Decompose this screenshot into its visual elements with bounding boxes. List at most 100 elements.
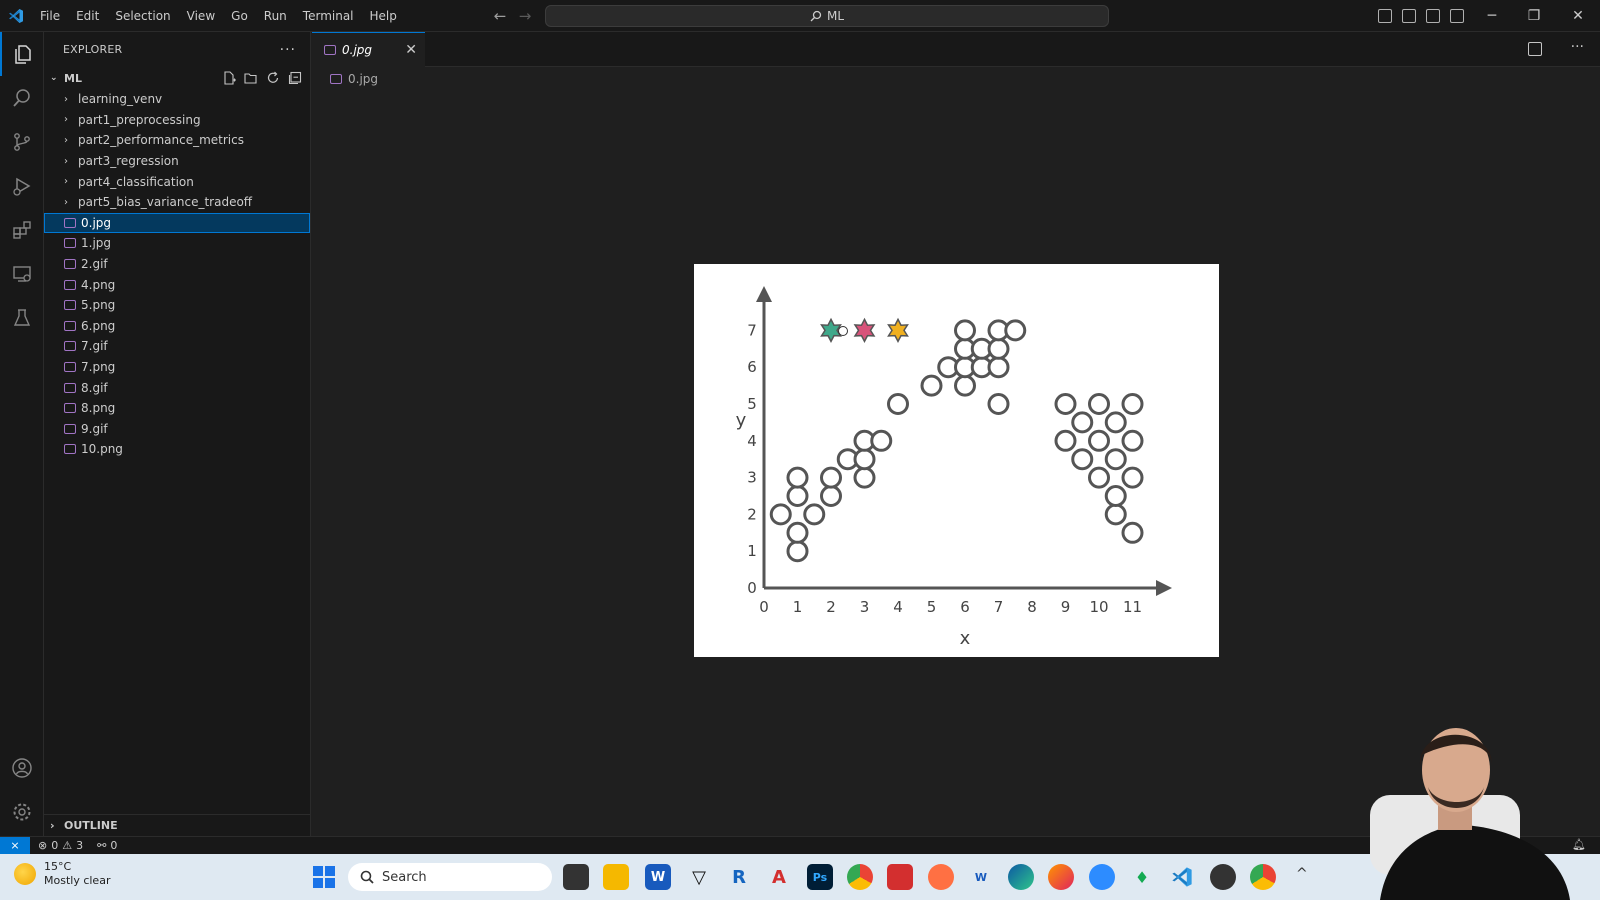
remote-explorer-icon[interactable]	[0, 252, 44, 296]
tree-file[interactable]: 10.png	[44, 439, 310, 460]
tree-folder[interactable]: › part3_regression	[44, 151, 310, 172]
tree-file[interactable]: 1.jpg	[44, 233, 310, 254]
tree-file[interactable]: 6.png	[44, 316, 310, 337]
file-label: 8.gif	[81, 380, 108, 395]
x-tick-label: 4	[893, 598, 903, 616]
edge-icon[interactable]	[1008, 864, 1034, 890]
refresh-icon[interactable]	[266, 71, 280, 85]
menu-bar: File Edit Selection View Go Run Terminal…	[32, 0, 405, 32]
tree-file-selected[interactable]: 0.jpg	[44, 212, 310, 234]
y-tick-label: 4	[747, 432, 757, 450]
taskbar-search[interactable]: Search	[348, 863, 552, 891]
breadcrumb-file[interactable]: 0.jpg	[348, 72, 378, 86]
forward-arrow-icon[interactable]: →	[515, 6, 535, 26]
accounts-icon[interactable]	[0, 746, 44, 790]
toggle-panel-icon[interactable]	[1402, 9, 1416, 23]
command-center-search[interactable]: ML	[545, 5, 1109, 27]
image-file-icon	[64, 403, 76, 414]
collapse-all-icon[interactable]	[288, 71, 302, 85]
menu-help[interactable]: Help	[362, 0, 405, 32]
search-icon[interactable]	[0, 76, 44, 120]
menu-selection[interactable]: Selection	[107, 0, 178, 32]
firefox-icon[interactable]	[1048, 864, 1074, 890]
menu-file[interactable]: File	[32, 0, 68, 32]
vscode-taskbar-icon[interactable]	[1169, 864, 1195, 890]
tree-folder[interactable]: › part1_preprocessing	[44, 110, 310, 131]
show-hidden-icons[interactable]: ^	[1296, 866, 1308, 882]
more-actions-icon[interactable]: ···	[280, 42, 296, 58]
r-icon[interactable]: R	[726, 864, 752, 890]
y-tick-label: 3	[747, 469, 757, 487]
data-point-circle	[1121, 393, 1144, 415]
run-debug-icon[interactable]	[0, 164, 44, 208]
file-label: 5.png	[81, 298, 116, 313]
obs-icon[interactable]	[1210, 864, 1236, 890]
close-window-icon[interactable]: ✕	[1566, 4, 1590, 28]
source-control-icon[interactable]	[0, 120, 44, 164]
word-icon[interactable]: W	[645, 864, 671, 890]
new-file-icon[interactable]	[222, 71, 236, 85]
menu-view[interactable]: View	[179, 0, 223, 32]
menu-edit[interactable]: Edit	[68, 0, 107, 32]
tree-folder[interactable]: › learning_venv	[44, 89, 310, 110]
tree-file[interactable]: 8.gif	[44, 377, 310, 398]
new-folder-icon[interactable]	[244, 71, 258, 85]
chrome-icon[interactable]	[847, 864, 873, 890]
weather-widget[interactable]: 15°C Mostly clear	[14, 860, 110, 888]
settings-gear-icon[interactable]	[0, 790, 44, 834]
data-point-circle	[820, 485, 842, 507]
tree-folder[interactable]: › part5_bias_variance_tradeoff	[44, 192, 310, 213]
file-label: 4.png	[81, 277, 116, 292]
menu-go[interactable]: Go	[223, 0, 256, 32]
data-point-circle	[769, 503, 792, 526]
toggle-primary-sidebar-icon[interactable]	[1378, 9, 1392, 23]
menu-terminal[interactable]: Terminal	[295, 0, 362, 32]
outline-section-header[interactable]: › OUTLINE	[44, 814, 311, 836]
postman-icon[interactable]	[928, 864, 954, 890]
workspace-root[interactable]: ⌄ ML	[44, 67, 310, 89]
mongodb-icon[interactable]: ♦	[1129, 864, 1155, 890]
tree-folder[interactable]: › part2_performance_metrics	[44, 130, 310, 151]
tab-label: 0.jpg	[342, 43, 373, 57]
menu-run[interactable]: Run	[256, 0, 295, 32]
ports-indicator[interactable]: ⚯ 0	[97, 839, 117, 852]
minimize-icon[interactable]: ─	[1480, 4, 1504, 28]
image-file-icon	[64, 444, 76, 455]
photoshop-icon[interactable]: Ps	[807, 864, 833, 890]
pdf-reader-icon[interactable]	[887, 864, 913, 890]
split-editor-icon[interactable]	[1528, 42, 1542, 56]
explorer-icon[interactable]	[0, 32, 44, 76]
restore-icon[interactable]: ❐	[1522, 4, 1546, 28]
back-arrow-icon[interactable]: ←	[490, 6, 510, 26]
testing-icon[interactable]	[0, 296, 44, 340]
remote-indicator-icon[interactable]: ⨯	[0, 836, 30, 855]
tab-0-jpg[interactable]: 0.jpg ✕	[312, 32, 425, 67]
tree-folder[interactable]: › part4_classification	[44, 171, 310, 192]
word-alt-icon[interactable]: W	[968, 864, 994, 890]
zoom-icon[interactable]	[1089, 864, 1115, 890]
tree-file[interactable]: 8.png	[44, 398, 310, 419]
file-explorer-icon[interactable]	[603, 864, 629, 890]
tree-file[interactable]: 2.gif	[44, 254, 310, 275]
problems-indicator[interactable]: ⊗ 0 ⚠ 3	[38, 839, 83, 852]
sketch-plot: 0 1 2 3 4 5 6 7 8 9 10 11 0 1 2 3 4 5 6 7 x y	[736, 286, 1172, 649]
chevron-right-icon: ›	[64, 134, 68, 146]
x-axis-label: x	[960, 628, 971, 649]
file-label: 7.gif	[81, 339, 108, 354]
close-tab-icon[interactable]: ✕	[405, 42, 417, 58]
tree-file[interactable]: 7.gif	[44, 336, 310, 357]
more-actions-icon[interactable]: ···	[1571, 39, 1584, 55]
tree-file[interactable]: 4.png	[44, 274, 310, 295]
task-view-icon[interactable]	[563, 864, 589, 890]
file-tree: › learning_venv › part1_preprocessing › par…	[44, 89, 310, 460]
toggle-secondary-sidebar-icon[interactable]	[1426, 9, 1440, 23]
vectorworks-icon[interactable]: ▽	[686, 864, 712, 890]
tree-file[interactable]: 7.png	[44, 357, 310, 378]
chrome-profile-icon[interactable]	[1250, 864, 1276, 890]
start-button-icon[interactable]	[313, 866, 335, 888]
tree-file[interactable]: 9.gif	[44, 419, 310, 440]
acrobat-icon[interactable]: A	[766, 864, 792, 890]
customize-layout-icon[interactable]	[1450, 9, 1464, 23]
tree-file[interactable]: 5.png	[44, 295, 310, 316]
extensions-icon[interactable]	[0, 208, 44, 252]
